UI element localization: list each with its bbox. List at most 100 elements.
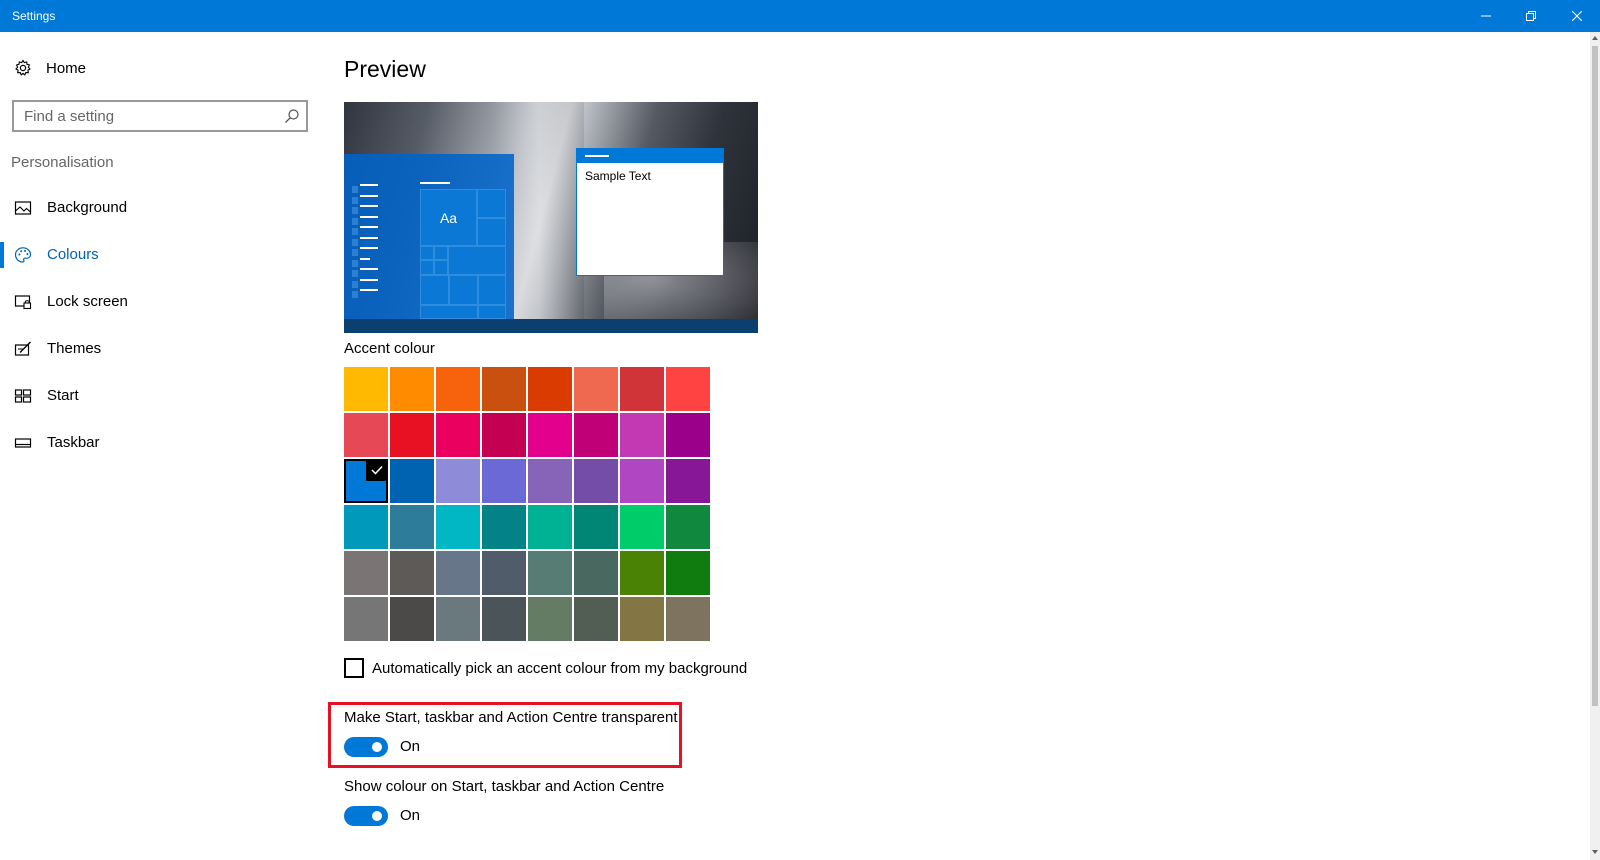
scroll-down-icon[interactable] [1591,848,1599,856]
accent-colour-swatch[interactable] [666,367,710,411]
window-title: Settings [12,9,56,23]
preview-tile [434,260,448,275]
accent-colour-swatch[interactable] [574,367,618,411]
sidebar-item-colours[interactable]: Colours [0,237,320,273]
accent-colour-swatch[interactable] [666,597,710,641]
accent-colour-swatch[interactable] [574,597,618,641]
accent-colour-swatch[interactable] [574,551,618,595]
accent-colour-swatch[interactable] [390,413,434,457]
sidebar-item-lock-screen[interactable]: Lock screen [0,284,320,320]
preview-app-line [360,257,370,260]
maximize-button[interactable] [1508,0,1554,32]
preview-tile [434,246,448,260]
accent-colour-swatch[interactable] [482,505,526,549]
accent-colour-swatch[interactable] [528,505,572,549]
accent-colour-swatch[interactable] [574,413,618,457]
accent-colour-swatch[interactable] [620,597,664,641]
preview-tile-text: Aa [439,209,458,226]
sidebar-item-background[interactable]: Background [0,190,320,226]
accent-colour-swatch[interactable] [436,597,480,641]
preview-app-icon [352,280,358,288]
preview-tile [420,275,449,305]
preview-app-list [350,184,380,304]
sidebar-item-label: Start [47,387,79,404]
accent-colour-swatch[interactable] [574,459,618,503]
auto-pick-option[interactable]: Automatically pick an accent colour from… [344,657,844,681]
preview-tile [448,246,506,275]
sidebar-item-taskbar[interactable]: Taskbar [0,425,320,461]
minimize-button[interactable] [1463,0,1509,32]
accent-colour-swatch[interactable] [482,367,526,411]
accent-colour-swatch[interactable] [344,597,388,641]
accent-colour-swatch[interactable] [666,551,710,595]
accent-colour-swatch[interactable] [344,413,388,457]
preview-header-line [420,182,450,184]
accent-colour-swatch[interactable] [528,459,572,503]
sidebar-item-label: Home [46,60,87,77]
search-icon[interactable] [284,108,300,124]
themes-icon [14,341,31,356]
accent-colour-swatch[interactable] [666,459,710,503]
search-box[interactable] [12,100,308,132]
accent-colour-swatch[interactable] [344,367,388,411]
accent-colour-swatch[interactable] [390,505,434,549]
active-indicator [0,242,4,268]
accent-colour-swatch[interactable] [482,459,526,503]
sidebar-item-themes[interactable]: Themes [0,331,320,367]
preview-app-line [360,236,378,239]
sidebar-item-label: Background [47,199,128,216]
accent-colour-swatch[interactable] [620,367,664,411]
show-colour-state: On [400,807,421,824]
preview-tile-large: Aa [420,189,477,246]
accent-colour-swatch[interactable] [620,505,664,549]
accent-colour-swatch[interactable] [620,551,664,595]
search-input[interactable] [14,102,274,130]
accent-colour-swatch[interactable] [528,597,572,641]
close-button[interactable] [1554,0,1600,32]
accent-colour-swatch[interactable] [666,505,710,549]
accent-colour-swatch[interactable] [436,551,480,595]
accent-colour-swatch[interactable] [482,551,526,595]
transparency-label: Make Start, taskbar and Action Centre tr… [344,709,678,726]
preview-app-line [360,184,378,186]
transparency-state: On [400,738,421,755]
toggle-knob [372,811,382,821]
preview-app-line [360,278,378,281]
accent-colour-swatch[interactable] [482,413,526,457]
accent-colour-swatch[interactable] [390,597,434,641]
scroll-up-icon[interactable] [1591,34,1599,42]
accent-colour-swatch[interactable] [390,459,434,503]
accent-colour-swatch[interactable] [390,367,434,411]
accent-colour-swatch[interactable] [620,413,664,457]
preview-app-icon [352,228,358,235]
sidebar-item-label: Taskbar [47,434,100,451]
sidebar-item-start[interactable]: Start [0,378,320,414]
accent-colour-swatch[interactable] [528,367,572,411]
sidebar-item-label: Colours [47,246,99,263]
preview-tile [478,305,506,319]
accent-colour-swatch[interactable] [528,413,572,457]
accent-colour-swatch[interactable] [344,505,388,549]
accent-colour-swatch[interactable] [436,505,480,549]
auto-pick-checkbox[interactable] [344,658,364,678]
vertical-scrollbar[interactable] [1590,32,1600,860]
title-bar: Settings [0,0,1600,32]
accent-colour-swatch[interactable] [574,505,618,549]
accent-colour-swatch[interactable] [436,459,480,503]
accent-colour-swatch[interactable] [666,413,710,457]
accent-colour-swatch[interactable] [528,551,572,595]
transparency-toggle[interactable] [344,737,388,757]
accent-colour-grid [344,367,710,643]
preview-app-icon [352,196,358,204]
accent-colour-swatch[interactable] [436,367,480,411]
accent-colour-swatch[interactable] [390,551,434,595]
sidebar-item-home[interactable]: Home [0,54,320,82]
accent-colour-swatch[interactable] [436,413,480,457]
accent-colour-swatch[interactable] [344,551,388,595]
accent-colour-swatch[interactable] [620,459,664,503]
show-colour-toggle[interactable] [344,806,388,826]
accent-colour-swatch[interactable] [344,459,388,503]
scrollbar-thumb[interactable] [1592,46,1598,706]
preview-taskbar [344,319,758,333]
accent-colour-swatch[interactable] [482,597,526,641]
